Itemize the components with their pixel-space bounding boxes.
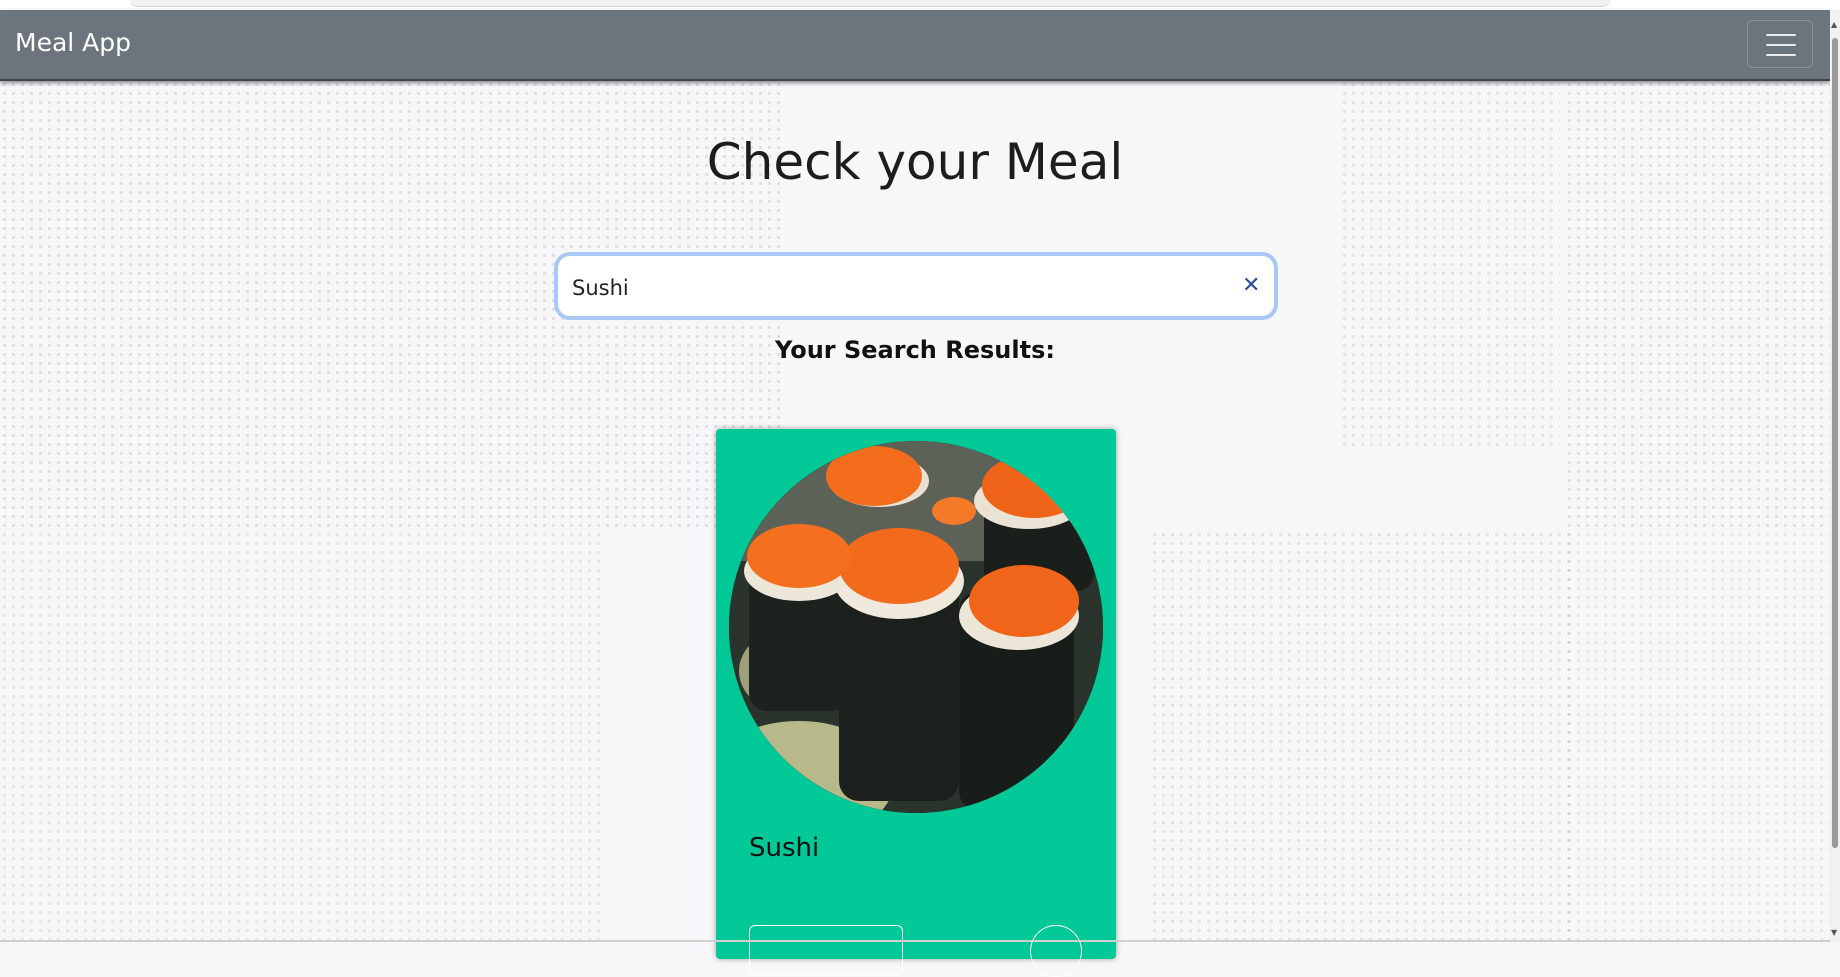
navbar: Meal App [0,10,1830,81]
meal-image [729,441,1103,813]
meal-name[interactable]: Sushi [749,833,819,863]
scrollbar-thumb[interactable] [1832,38,1838,848]
scroll-down-arrow-icon[interactable]: ▼ [1831,928,1837,937]
close-icon[interactable]: ✕ [1242,273,1260,298]
sushi-photo [729,441,1103,813]
scroll-up-arrow-icon[interactable]: ▲ [1831,20,1837,29]
navbar-brand[interactable]: Meal App [15,28,131,57]
hamburger-icon [1766,44,1796,46]
meal-card: Sushi [716,429,1116,977]
hamburger-icon [1766,34,1796,36]
favorite-button[interactable] [1030,925,1082,977]
meal-details-button[interactable] [749,925,903,975]
search-box: ✕ [554,252,1278,320]
browser-frame-curve [130,0,1610,7]
search-input[interactable] [570,262,1214,314]
hamburger-icon [1766,54,1796,56]
results-heading: Your Search Results: [775,336,1055,364]
page-title: Check your Meal [706,133,1124,191]
navbar-toggle-button[interactable] [1747,20,1813,68]
page-scrollbar[interactable]: ▲ ▼ [1830,10,1840,942]
